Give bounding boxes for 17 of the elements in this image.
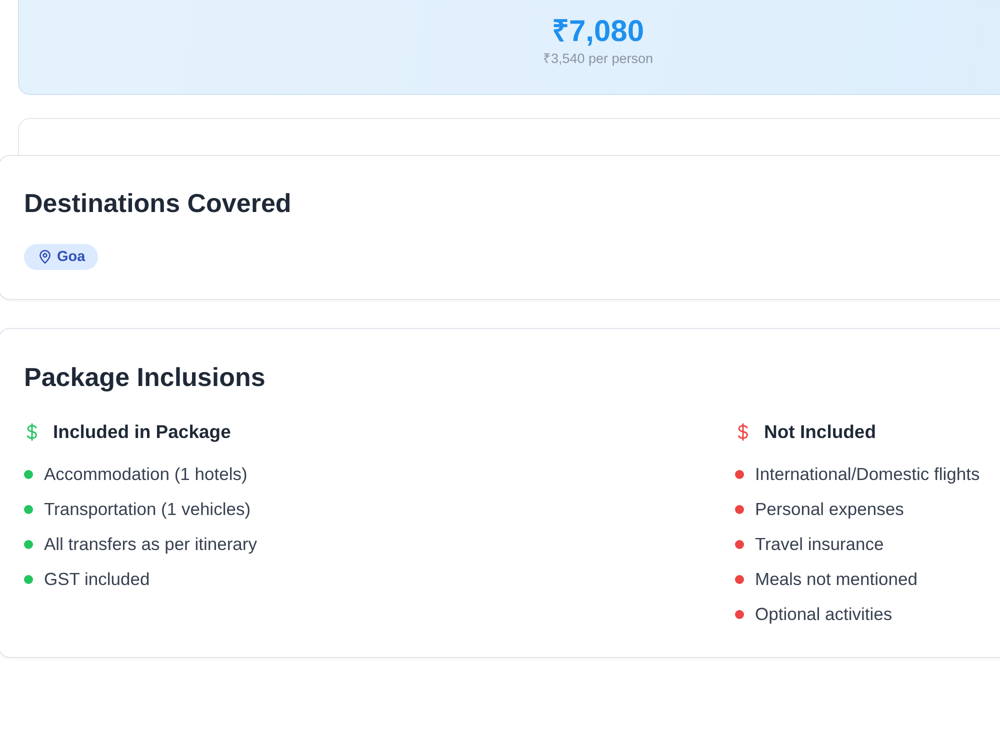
group-title: Included in Package [53,421,231,443]
list-item: International/Domestic flights [755,464,980,484]
list-item: Personal expenses [755,498,904,520]
total-price: ₹7,080 [552,14,644,50]
list-item: Meals not mentioned [755,568,918,590]
section-title: Package Inclusions [24,361,266,392]
list-item: Transportation (1 vehicles) [44,498,251,520]
location-pin-icon [39,250,51,264]
group-title: Not Included [764,421,876,443]
per-person-price: ₹3,540 per person [542,50,654,68]
section-title: Destinations Covered [24,187,292,220]
list-item: Optional activities [755,604,892,624]
list-item: Travel insurance [755,534,884,554]
list-item: GST included [44,568,150,590]
list-item: All transfers as per itinerary [44,534,257,554]
list-item: Accommodation (1 hotels) [44,464,248,484]
tag-label: Goa [57,249,86,265]
